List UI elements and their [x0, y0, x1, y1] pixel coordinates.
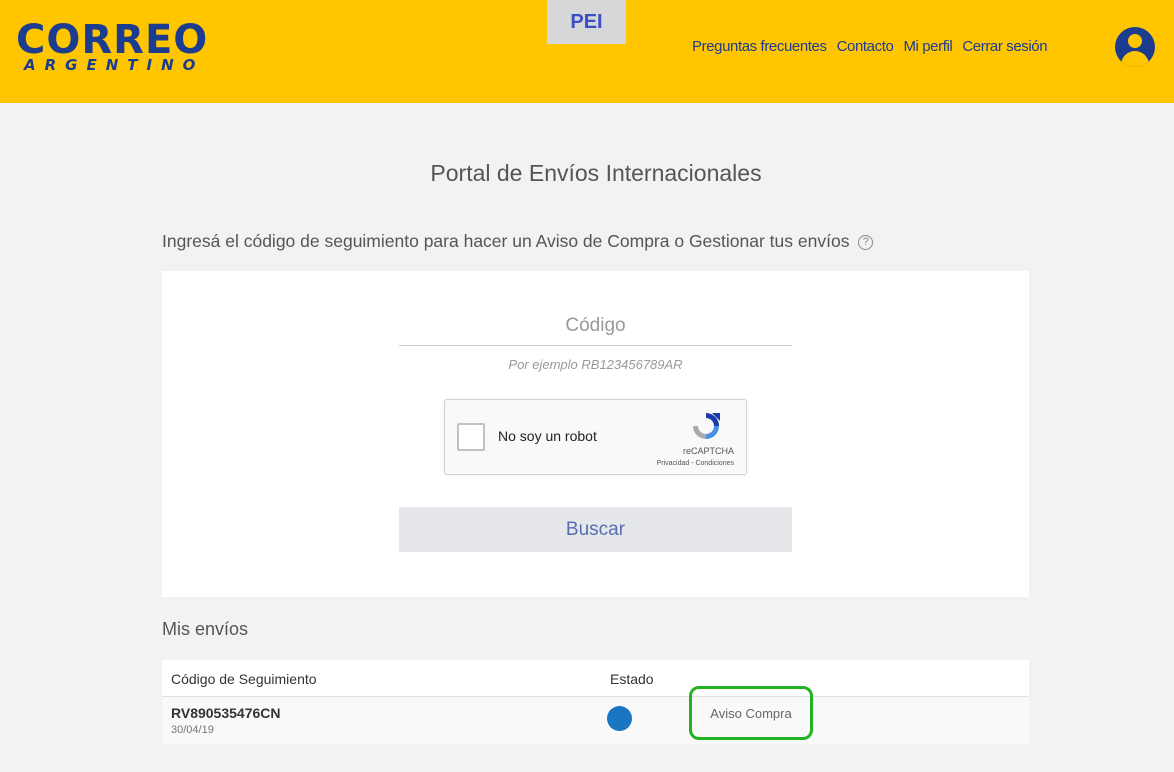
- status-dot-icon: [607, 706, 632, 731]
- shipment-date: 30/04/19: [171, 724, 214, 736]
- table-header: Código de Seguimiento Estado: [162, 660, 1029, 697]
- recaptcha-label: No soy un robot: [498, 428, 597, 444]
- nav-link-contact[interactable]: Contacto: [837, 38, 894, 55]
- nav-link-faq[interactable]: Preguntas frecuentes: [692, 38, 827, 55]
- search-card: Por ejemplo RB123456789AR No soy un robo…: [162, 271, 1029, 597]
- tracking-code: RV890535476CN: [171, 705, 281, 721]
- shipments-table: Código de Seguimiento Estado RV890535476…: [162, 660, 1029, 744]
- my-shipments-title: Mis envíos: [162, 619, 249, 639]
- user-circle-icon[interactable]: [1115, 27, 1155, 67]
- page-title: Portal de Envíos Internacionales: [430, 160, 762, 186]
- recaptcha-widget: No soy un robot reCAPTCHA Privacidad - C…: [444, 399, 747, 475]
- top-nav: Preguntas frecuentes Contacto Mi perfil …: [692, 38, 1057, 55]
- nav-link-profile[interactable]: Mi perfil: [903, 38, 952, 55]
- example-hint: Por ejemplo RB123456789AR: [508, 357, 683, 372]
- recaptcha-brand: reCAPTCHA: [682, 446, 734, 456]
- column-header-tracking: Código de Seguimiento: [171, 671, 317, 687]
- search-button[interactable]: Buscar: [399, 507, 792, 552]
- instructions-label: Ingresá el código de seguimiento para ha…: [162, 231, 850, 251]
- pei-badge: PEI: [547, 0, 626, 44]
- help-icon[interactable]: ?: [858, 235, 874, 250]
- recaptcha-logo-icon: [693, 413, 720, 439]
- nav-link-logout[interactable]: Cerrar sesión: [962, 38, 1047, 55]
- recaptcha-links[interactable]: Privacidad - Condiciones: [657, 460, 734, 467]
- recaptcha-checkbox[interactable]: [457, 423, 485, 451]
- avatar-head-shape: [1128, 34, 1142, 48]
- logo-main-text: CORREO: [16, 17, 209, 63]
- tracking-code-input[interactable]: [399, 307, 792, 346]
- header-bar: CORREO ARGENTINO PEI Preguntas frecuente…: [0, 0, 1174, 103]
- aviso-compra-button[interactable]: Aviso Compra: [689, 686, 813, 740]
- logo-sub-text: ARGENTINO: [24, 56, 205, 74]
- instructions-text: Ingresá el código de seguimiento para ha…: [162, 231, 874, 252]
- column-header-status: Estado: [610, 671, 654, 687]
- correo-argentino-logo[interactable]: CORREO ARGENTINO: [16, 20, 208, 73]
- table-row: RV890535476CN 30/04/19 Aviso Compra: [162, 686, 1029, 744]
- avatar-body-shape: [1121, 51, 1149, 67]
